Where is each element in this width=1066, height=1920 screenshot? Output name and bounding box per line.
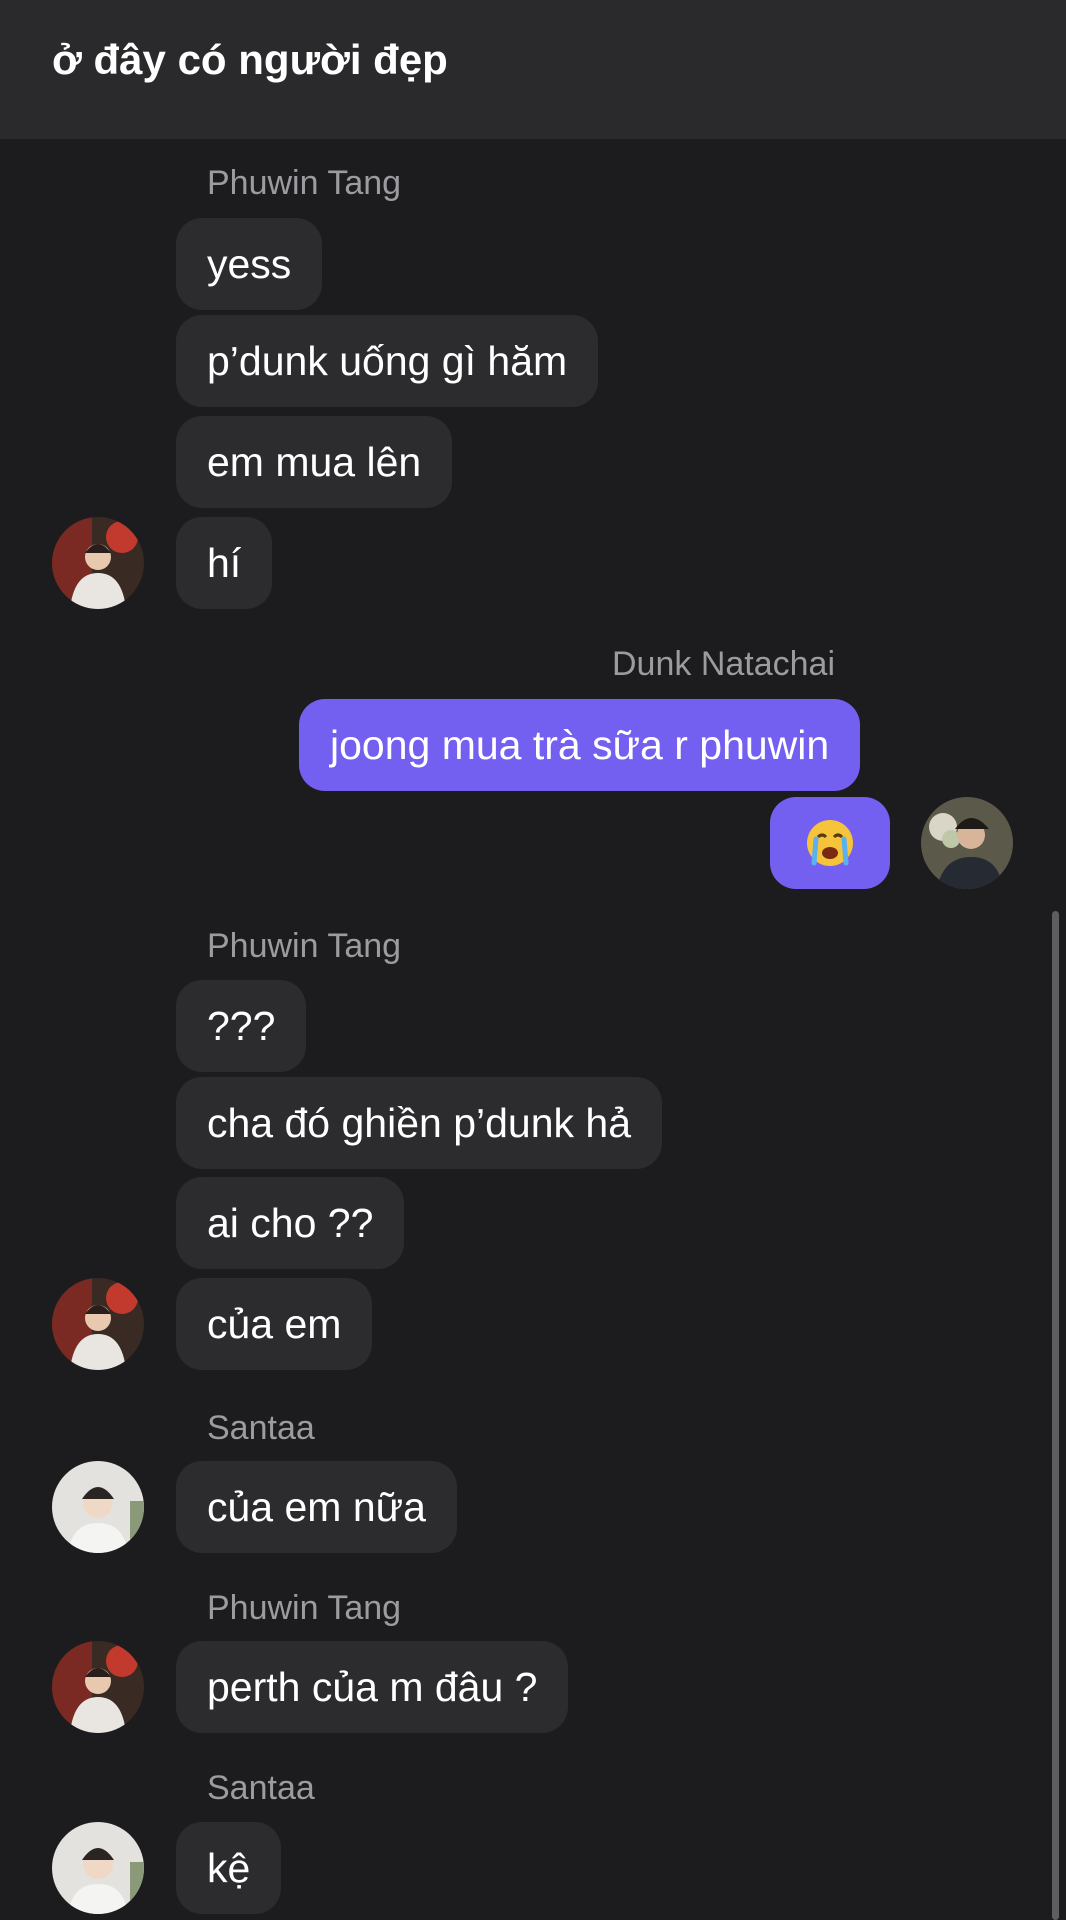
message-bubble[interactable]: p’dunk uống gì hăm [176, 315, 599, 407]
message-bubble[interactable]: của em [176, 1278, 373, 1370]
loudly-crying-face-icon [807, 820, 853, 866]
message-bubble[interactable]: kệ [176, 1822, 282, 1914]
message-bubble-outgoing[interactable]: joong mua trà sữa r phuwin [299, 699, 861, 791]
avatar-phuwin[interactable] [52, 517, 144, 609]
avatar-santaa[interactable] [52, 1461, 144, 1553]
sender-name-phuwin: Phuwin Tang [207, 164, 402, 202]
avatar-phuwin[interactable] [52, 1641, 144, 1733]
sender-name-santaa: Santaa [207, 1769, 315, 1807]
avatar-phuwin[interactable] [52, 1278, 144, 1370]
sender-name-phuwin: Phuwin Tang [207, 1589, 402, 1627]
avatar-dunk[interactable] [921, 797, 1013, 889]
chat-header: ở đây có người đẹp [0, 0, 1066, 139]
message-bubble[interactable]: hí [176, 517, 273, 609]
message-bubble-outgoing[interactable] [770, 797, 890, 889]
message-bubble[interactable]: yess [176, 218, 323, 310]
sender-name-santaa: Santaa [207, 1409, 315, 1447]
sender-name-phuwin: Phuwin Tang [207, 927, 402, 965]
scrollbar[interactable] [1052, 911, 1059, 1920]
message-bubble[interactable]: của em nữa [176, 1461, 457, 1553]
message-bubble[interactable]: ??? [176, 980, 307, 1072]
chat-title: ở đây có người đẹp [52, 36, 448, 83]
message-bubble[interactable]: perth của m đâu ? [176, 1641, 569, 1733]
message-bubble[interactable]: em mua lên [176, 416, 453, 508]
avatar-santaa[interactable] [52, 1822, 144, 1914]
sender-name-dunk: Dunk Natachai [612, 645, 836, 683]
message-bubble[interactable]: ai cho ?? [176, 1177, 405, 1269]
message-bubble[interactable]: cha đó ghiền p’dunk hả [176, 1077, 663, 1169]
